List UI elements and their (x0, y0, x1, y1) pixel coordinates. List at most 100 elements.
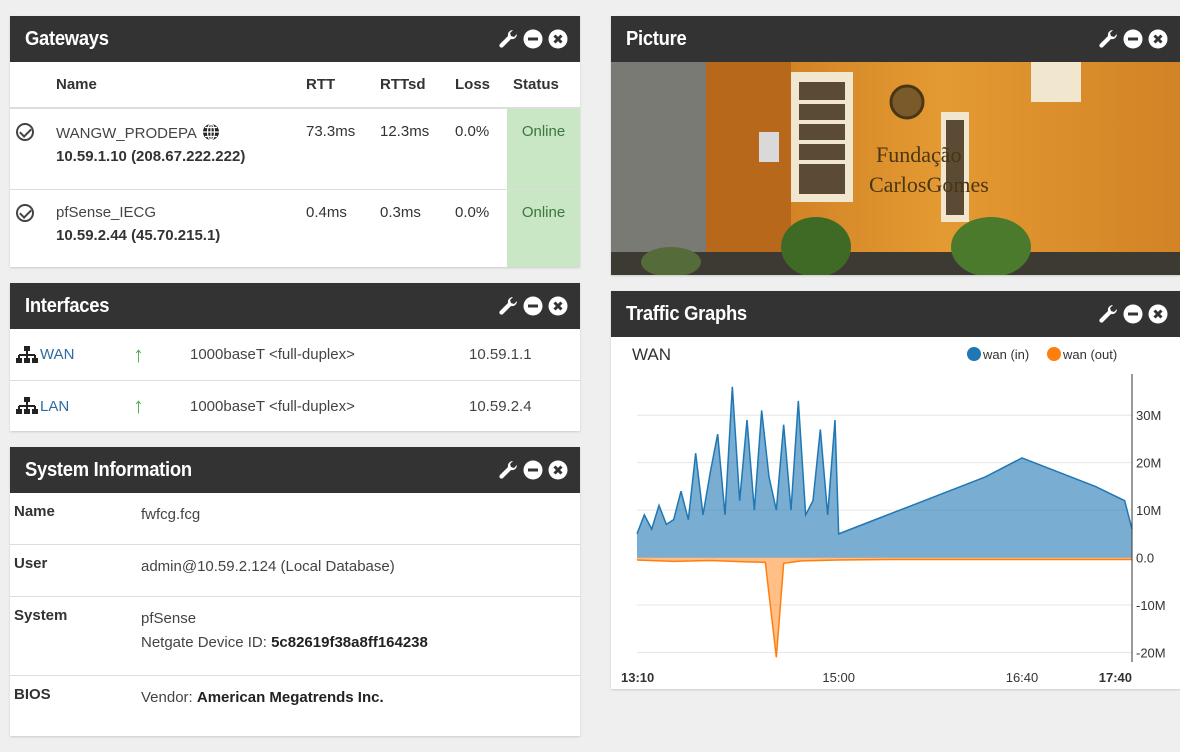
picture-widget: Picture Fundação CarlosGomes (611, 16, 1180, 275)
gateway-loss: 0.0% (455, 203, 490, 221)
x-tick-label: 13:10 (621, 670, 654, 685)
interface-name: WAN (40, 346, 75, 363)
gateway-check-cell (10, 189, 50, 267)
system-info-title: System Information (25, 458, 192, 481)
minimize-icon[interactable] (523, 296, 543, 316)
minimize-icon[interactable] (523, 29, 543, 49)
bios-vendor-label: Vendor: (141, 689, 197, 706)
row-label: User (14, 555, 48, 572)
status-badge: Online (507, 108, 580, 190)
gateway-address: 10.59.1.10 (208.67.222.222) (56, 148, 246, 165)
x-tick-label: 15:00 (822, 670, 855, 685)
x-tick-label: 17:40 (1099, 670, 1132, 685)
row-label: Name (14, 503, 55, 520)
column-header-loss: Loss (449, 62, 507, 109)
traffic-graphs-title: Traffic Graphs (626, 302, 747, 325)
y-tick-label: -20M (1136, 646, 1166, 661)
picture-title: Picture (626, 27, 687, 50)
minimize-icon[interactable] (1123, 304, 1143, 324)
wan-traffic-chart: WAN wan (in) wan (out) 30M 20M 10M 0.0 -10M -… (621, 345, 1166, 685)
close-icon[interactable] (548, 460, 568, 480)
gateway-check-cell (10, 108, 50, 190)
picture-header: Picture (611, 16, 1180, 62)
widget-controls (498, 460, 568, 480)
table-row: WANGW_PRODEPA 10.59.1.10 (208.67.222.222… (10, 108, 580, 190)
check-circle-icon (16, 123, 34, 141)
widget-controls (498, 29, 568, 49)
traffic-chart-container: WAN wan (in) wan (out) 30M 20M 10M 0.0 -10M -… (611, 337, 1180, 689)
legend-label-wan-in: wan (in) (982, 347, 1029, 362)
widget-controls (1098, 304, 1168, 324)
traffic-graphs-header: Traffic Graphs (611, 291, 1180, 337)
close-icon[interactable] (1148, 304, 1168, 324)
y-tick-label: 10M (1136, 503, 1161, 518)
system-row-user: User admin@10.59.2.124 (Local Database) (10, 545, 580, 597)
y-tick-label: -10M (1136, 598, 1166, 613)
legend-swatch-wan-in (967, 347, 981, 361)
interface-media: 1000baseT <full-duplex> (190, 397, 355, 415)
system-row-name: Name fwfcg.fcg (10, 493, 580, 545)
interface-link-wan[interactable]: WAN (10, 345, 133, 365)
gateway-rttsd: 0.3ms (380, 203, 421, 221)
series-line-wan-out (636, 558, 1132, 658)
interfaces-header: Interfaces (10, 283, 580, 329)
traffic-graphs-widget: Traffic Graphs WAN wan (in) wan (out) 30… (611, 291, 1180, 689)
gateways-widget: Gateways Name RTT RTTsd Loss Status WANG… (10, 16, 580, 267)
gateway-name-cell: pfSense_IECG 10.59.2.44 (45.70.215.1) (50, 189, 300, 267)
table-row: pfSense_IECG 10.59.2.44 (45.70.215.1) 0.… (10, 189, 580, 267)
list-item: WAN ↑ 1000baseT <full-duplex> 10.59.1.1 (10, 329, 580, 381)
gateway-address: 10.59.2.44 (45.70.215.1) (56, 226, 221, 244)
gateway-name-cell: WANGW_PRODEPA 10.59.1.10 (208.67.222.222… (50, 108, 300, 190)
column-header-status: Status (507, 62, 580, 109)
left-column: Gateways Name RTT RTTsd Loss Status WANG… (10, 16, 580, 752)
interface-link-lan[interactable]: LAN (10, 396, 133, 416)
system-row-system: System pfSense Netgate Device ID: 5c8261… (10, 597, 580, 676)
wrench-icon[interactable] (1098, 304, 1118, 324)
series-area-wan-out (637, 557, 1132, 658)
gateway-rttsd: 12.3ms (374, 108, 449, 190)
gateway-loss: 0.0% (449, 108, 507, 190)
gateways-header: Gateways (10, 16, 580, 62)
globe-icon (203, 123, 220, 141)
device-id-label: Netgate Device ID: (141, 634, 272, 651)
icon-column-header (10, 62, 50, 109)
sign-text-line1: Fundação (876, 142, 962, 167)
building-photo: Fundação CarlosGomes (611, 62, 1180, 275)
column-header-name: Name (50, 62, 300, 109)
y-tick-label: 30M (1136, 408, 1161, 423)
x-tick-label: 16:40 (1006, 670, 1039, 685)
close-icon[interactable] (548, 29, 568, 49)
wrench-icon[interactable] (498, 296, 518, 316)
right-column: Picture Fundação CarlosGomes Traffic Gra… (611, 16, 1180, 705)
wrench-icon[interactable] (1098, 29, 1118, 49)
sign-text-line2: CarlosGomes (869, 172, 989, 197)
chart-legend: wan (in) wan (out) (967, 347, 1117, 362)
minimize-icon[interactable] (1123, 29, 1143, 49)
row-label: BIOS (14, 686, 51, 703)
gateway-rtt: 0.4ms (306, 203, 347, 221)
device-id-value: 5c82619f38a8ff164238 (271, 634, 428, 651)
gateway-rtt: 73.3ms (300, 108, 374, 190)
platform-value: pfSense (141, 610, 197, 627)
user-value: admin@10.59.2.124 (Local Database) (141, 558, 395, 575)
system-row-bios: BIOS Vendor: American Megatrends Inc. (10, 676, 580, 736)
close-icon[interactable] (1148, 29, 1168, 49)
interface-name: LAN (40, 397, 70, 415)
gateway-name: WANGW_PRODEPA (56, 125, 197, 142)
system-info-header: System Information (10, 447, 580, 493)
interfaces-title: Interfaces (25, 294, 110, 317)
interface-ip: 10.59.1.1 (469, 346, 532, 363)
y-tick-label: 20M (1136, 456, 1161, 471)
arrow-up-icon: ↑ (133, 393, 144, 418)
gateways-table: Name RTT RTTsd Loss Status WANGW_PRODEPA… (10, 62, 580, 267)
photo-illustration: Fundação CarlosGomes (611, 62, 1180, 275)
status-badge: Online (507, 189, 580, 267)
minimize-icon[interactable] (523, 460, 543, 480)
check-circle-icon (16, 203, 34, 222)
wrench-icon[interactable] (498, 460, 518, 480)
arrow-up-icon: ↑ (133, 341, 144, 367)
column-header-rttsd: RTTsd (374, 62, 449, 109)
network-icon (16, 345, 38, 363)
close-icon[interactable] (548, 296, 568, 316)
wrench-icon[interactable] (498, 29, 518, 49)
